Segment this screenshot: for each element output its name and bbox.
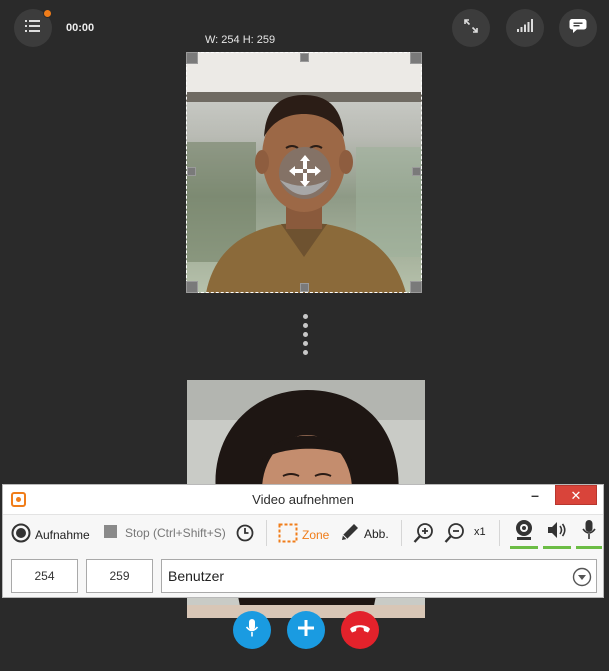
pagination-dots[interactable]	[303, 314, 308, 359]
timer-button[interactable]	[236, 524, 254, 545]
record-button[interactable]: Aufnahme	[11, 523, 90, 546]
zone-select-icon	[278, 523, 298, 546]
webcam-toggle[interactable]	[510, 519, 538, 549]
mute-microphone-button[interactable]	[233, 611, 271, 649]
microphone-icon	[576, 519, 602, 544]
pencil-icon	[340, 522, 360, 545]
record-icon	[11, 523, 31, 546]
zoom-in-icon	[413, 523, 435, 547]
signal-button[interactable]	[506, 9, 544, 47]
menu-button[interactable]	[14, 9, 52, 47]
recorder-toolbar: Aufnahme Stop (Ctrl+Shift+S) Zone Abb. x…	[3, 515, 603, 551]
resize-handle-top[interactable]	[300, 53, 309, 62]
toolbar-separator	[266, 520, 267, 546]
draw-button[interactable]: Abb.	[340, 522, 389, 545]
speaker-level-meter	[543, 546, 571, 549]
toolbar-separator	[401, 520, 402, 546]
resize-handle-top-right[interactable]	[410, 52, 422, 64]
microphone-level-meter	[576, 546, 602, 549]
chat-button[interactable]	[559, 9, 597, 47]
selection-frame[interactable]	[186, 52, 422, 293]
call-timer: 00:00	[66, 22, 95, 34]
resize-handle-top-left[interactable]	[186, 52, 198, 64]
record-label: Aufnahme	[35, 527, 90, 542]
chevron-down-icon[interactable]	[572, 567, 592, 590]
zoom-level: x1	[474, 526, 486, 538]
zone-label: Zone	[302, 527, 330, 542]
recorder-title: Video aufnehmen	[252, 492, 354, 507]
add-participant-button[interactable]	[287, 611, 325, 649]
source-value: Benutzer	[168, 568, 225, 584]
zoom-out-icon	[444, 523, 466, 547]
source-select[interactable]: Benutzer	[161, 559, 597, 593]
move-handle[interactable]	[279, 147, 331, 199]
speaker-toggle[interactable]	[543, 519, 571, 549]
hang-up-icon	[349, 621, 371, 639]
resize-handle-right[interactable]	[412, 167, 421, 176]
toolbar-separator	[499, 520, 500, 546]
expand-icon	[464, 18, 478, 38]
zoom-out-button[interactable]	[444, 522, 466, 547]
microphone-icon	[245, 618, 259, 643]
notification-badge	[43, 9, 52, 18]
height-field[interactable]: 259	[86, 559, 153, 593]
resize-handle-bottom-right[interactable]	[410, 281, 422, 293]
height-value: 259	[109, 569, 130, 583]
resize-handle-bottom[interactable]	[300, 283, 309, 292]
width-value: 254	[34, 569, 55, 583]
fullscreen-button[interactable]	[452, 9, 490, 47]
recorder-titlebar: Video aufnehmen – ✕	[3, 485, 603, 515]
draw-label: Abb.	[364, 526, 389, 541]
stop-button[interactable]: Stop (Ctrl+Shift+S)	[104, 525, 226, 541]
close-button[interactable]: ✕	[555, 485, 597, 505]
webcam-level-meter	[510, 546, 538, 549]
microphone-toggle[interactable]	[576, 519, 602, 549]
clock-icon	[236, 524, 254, 545]
plus-icon	[297, 619, 315, 642]
speaker-icon	[543, 519, 571, 544]
resize-handle-bottom-left[interactable]	[186, 281, 198, 293]
move-arrows-icon	[288, 154, 322, 193]
stop-icon	[104, 525, 117, 541]
video-recorder-panel: Video aufnehmen – ✕ Aufnahme Stop (Ctrl+…	[2, 484, 604, 598]
webcam-icon	[510, 519, 538, 544]
width-field[interactable]: 254	[11, 559, 78, 593]
selection-size-label: W: 254 H: 259	[205, 34, 276, 46]
signal-bars-icon	[517, 19, 533, 37]
stop-label: Stop (Ctrl+Shift+S)	[125, 526, 226, 540]
minimize-button[interactable]: –	[525, 487, 545, 507]
list-icon	[25, 19, 41, 38]
chat-bubble-icon	[569, 18, 587, 39]
end-call-button[interactable]	[341, 611, 379, 649]
resize-handle-left[interactable]	[187, 167, 196, 176]
zone-button[interactable]: Zone	[278, 523, 329, 546]
zoom-in-button[interactable]	[413, 522, 435, 547]
